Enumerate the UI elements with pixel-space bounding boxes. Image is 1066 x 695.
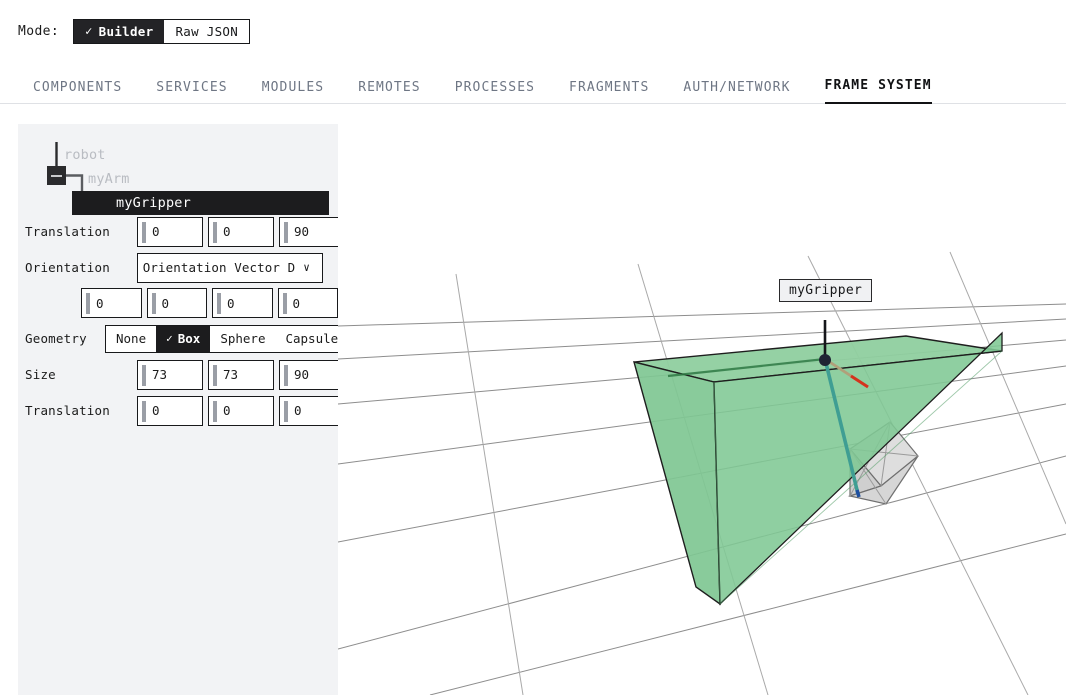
orientation-type-value: Orientation Vector D bbox=[143, 260, 318, 275]
frame-system-page: Mode: ✓ Builder Raw JSON COMPONENTS SERV… bbox=[0, 0, 1066, 695]
tab-fragments[interactable]: FRAGMENTS bbox=[569, 80, 649, 104]
geometry-none-button[interactable]: None bbox=[106, 326, 156, 352]
size-label: Size bbox=[25, 367, 137, 382]
geometry-row: Geometry None ✓ Box Sphere Capsule bbox=[18, 323, 338, 354]
geometry-translation-label: Translation bbox=[25, 403, 137, 418]
geometry-box-button[interactable]: ✓ Box bbox=[156, 326, 210, 352]
frame-tree: robot myArm myGripper bbox=[18, 134, 338, 216]
size-x-input[interactable]: 73 bbox=[137, 360, 203, 390]
frame-editor-panel: robot myArm myGripper Translation 0 0 90… bbox=[18, 124, 338, 695]
geometry-translation-y-input[interactable]: 0 bbox=[208, 396, 274, 426]
tab-services[interactable]: SERVICES bbox=[156, 80, 227, 104]
translation-x-input[interactable]: 0 bbox=[137, 217, 203, 247]
geometry-translation-z-input[interactable]: 0 bbox=[279, 396, 345, 426]
orientation-c-input[interactable]: 0 bbox=[212, 288, 273, 318]
mode-toggle-group: ✓ Builder Raw JSON bbox=[73, 19, 250, 44]
geometry-box-label: Box bbox=[178, 331, 201, 346]
orientation-label: Orientation bbox=[25, 260, 137, 275]
orientation-values-row: 0 0 0 0 bbox=[18, 288, 338, 318]
main-tab-bar: COMPONENTS SERVICES MODULES REMOTES PROC… bbox=[0, 62, 1066, 104]
orientation-fields: 0 0 0 0 bbox=[81, 288, 338, 318]
tab-modules[interactable]: MODULES bbox=[262, 80, 325, 104]
size-fields: 73 73 90 bbox=[137, 360, 345, 390]
mode-bar: Mode: ✓ Builder Raw JSON bbox=[0, 0, 1066, 62]
orientation-b-input[interactable]: 0 bbox=[147, 288, 208, 318]
tab-auth-network[interactable]: AUTH/NETWORK bbox=[683, 80, 790, 104]
mode-builder-button[interactable]: ✓ Builder bbox=[74, 20, 164, 43]
frame-form: Translation 0 0 90 Orientation Orientati… bbox=[18, 216, 338, 426]
tab-frame-system[interactable]: FRAME SYSTEM bbox=[825, 78, 932, 104]
check-icon: ✓ bbox=[166, 332, 173, 345]
frame-3d-viewport[interactable]: myGripper bbox=[338, 104, 1066, 695]
tree-node-robot-label: robot bbox=[64, 147, 106, 163]
scene-3d bbox=[338, 104, 1066, 695]
orientation-a-input[interactable]: 0 bbox=[81, 288, 142, 318]
tree-collapse-toggle[interactable] bbox=[47, 166, 66, 185]
tree-node-mygripper-label: myGripper bbox=[116, 195, 191, 211]
axis-z-tip bbox=[857, 490, 859, 497]
tree-node-myarm[interactable]: myArm bbox=[88, 168, 130, 190]
translation-label: Translation bbox=[25, 224, 137, 239]
frame-label-mygripper[interactable]: myGripper bbox=[779, 279, 872, 302]
translation-fields: 0 0 90 bbox=[137, 217, 345, 247]
geometry-translation-row: Translation 0 0 0 bbox=[18, 395, 338, 426]
translation-y-input[interactable]: 0 bbox=[208, 217, 274, 247]
check-icon: ✓ bbox=[85, 24, 93, 38]
mode-raw-json-label: Raw JSON bbox=[175, 24, 238, 39]
size-z-input[interactable]: 90 bbox=[279, 360, 345, 390]
geometry-label: Geometry bbox=[25, 331, 105, 346]
mode-raw-json-button[interactable]: Raw JSON bbox=[164, 20, 249, 43]
size-y-input[interactable]: 73 bbox=[208, 360, 274, 390]
frame-origin-dot bbox=[819, 354, 831, 366]
tab-remotes[interactable]: REMOTES bbox=[358, 80, 421, 104]
translation-z-input[interactable]: 90 bbox=[279, 217, 345, 247]
orientation-d-input[interactable]: 0 bbox=[278, 288, 339, 318]
translation-row: Translation 0 0 90 bbox=[18, 216, 338, 247]
mode-label: Mode: bbox=[18, 24, 59, 39]
tree-node-myarm-label: myArm bbox=[88, 171, 130, 187]
geometry-sphere-button[interactable]: Sphere bbox=[210, 326, 275, 352]
tree-node-mygripper[interactable]: myGripper bbox=[72, 191, 329, 215]
geometry-segmented-control: None ✓ Box Sphere Capsule bbox=[105, 325, 349, 353]
tab-processes[interactable]: PROCESSES bbox=[455, 80, 535, 104]
size-row: Size 73 73 90 bbox=[18, 359, 338, 390]
tab-components[interactable]: COMPONENTS bbox=[33, 80, 122, 104]
chevron-down-icon: ∨ bbox=[303, 261, 310, 274]
orientation-row: Orientation Orientation Vector D ∨ bbox=[18, 252, 338, 283]
mode-builder-label: Builder bbox=[99, 24, 154, 39]
geometry-translation-x-input[interactable]: 0 bbox=[137, 396, 203, 426]
geometry-translation-fields: 0 0 0 bbox=[137, 396, 345, 426]
orientation-type-select[interactable]: Orientation Vector D ∨ bbox=[137, 253, 323, 283]
tree-node-robot[interactable]: robot bbox=[64, 144, 106, 166]
